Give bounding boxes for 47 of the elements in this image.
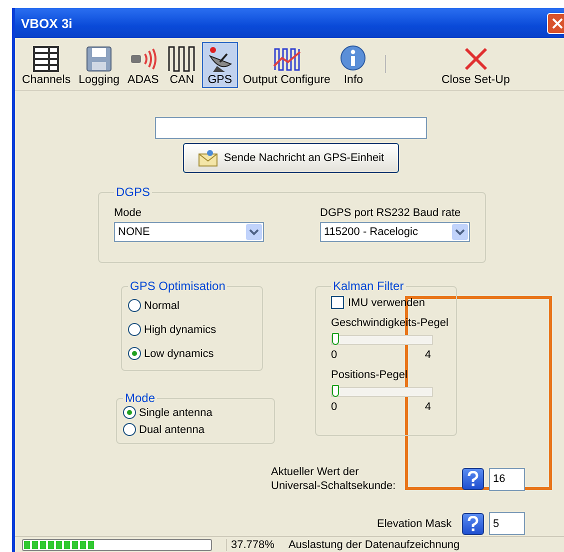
help-button[interactable] [462, 468, 484, 490]
help-button[interactable] [462, 512, 484, 534]
status-text: Auslastung der Datenaufzeichnung [288, 538, 460, 550]
question-mark-icon [467, 471, 479, 487]
scale-label: 0 [331, 349, 338, 361]
toolbar-button[interactable]: CAN [164, 42, 200, 88]
slider-thumb[interactable] [332, 333, 339, 345]
table-icon [31, 44, 62, 74]
slider-track[interactable] [331, 387, 433, 397]
scale-label: 4 [424, 349, 431, 361]
field-label: DGPS port RS232 Baud rate [320, 207, 462, 219]
radio-option[interactable]: Dual antenna [123, 423, 268, 436]
number-field[interactable]: 16 [489, 468, 525, 490]
scale-label: 4 [424, 401, 431, 413]
number-field[interactable]: 5 [489, 512, 525, 535]
scale-label: 0 [331, 401, 338, 413]
toolbar-button[interactable]: Logging [76, 42, 123, 88]
toolbar-button[interactable]: Close Set-Up [438, 42, 513, 88]
message-field[interactable] [155, 117, 427, 139]
status-text: 37.778% [226, 538, 274, 550]
radio-option[interactable]: Low dynamics [128, 347, 256, 360]
radio-option[interactable]: High dynamics [128, 323, 256, 336]
close-button[interactable] [547, 12, 564, 34]
dropdown[interactable]: NONE [114, 222, 264, 242]
dropdown[interactable]: 115200 - Racelogic [320, 222, 470, 242]
radio-option[interactable]: Normal [128, 299, 256, 312]
close-icon [552, 18, 563, 28]
field-label: Aktueller Wert der Universal-Schaltsekunde: [271, 465, 397, 493]
group-title: Mode [124, 391, 156, 405]
toolbar-button[interactable]: Channels [19, 42, 74, 88]
toolbar-button[interactable]: ADAS [124, 42, 162, 88]
toolbar-button[interactable]: Info [335, 42, 372, 88]
radio-option[interactable]: Single antenna [123, 406, 268, 419]
send-message-button[interactable]: Sende Nachricht an GPS-Einheit [183, 143, 399, 173]
group-title: DGPS [115, 185, 152, 199]
square-wave-icon [166, 44, 197, 74]
slider-thumb[interactable] [332, 385, 339, 397]
field-label: Elevation Mask [377, 518, 453, 530]
window-title: VBOX 3i [21, 16, 72, 30]
toolbar-button[interactable]: GPS [202, 42, 238, 88]
group-title: GPS Optimisation [129, 279, 226, 293]
envelope-icon [198, 149, 218, 167]
field-label: Mode [114, 207, 143, 219]
question-mark-icon [467, 516, 479, 532]
group-title: Kalman Filter [332, 279, 405, 293]
slider-track[interactable] [331, 335, 433, 345]
toolbar-button[interactable]: Output Configure [240, 42, 334, 88]
